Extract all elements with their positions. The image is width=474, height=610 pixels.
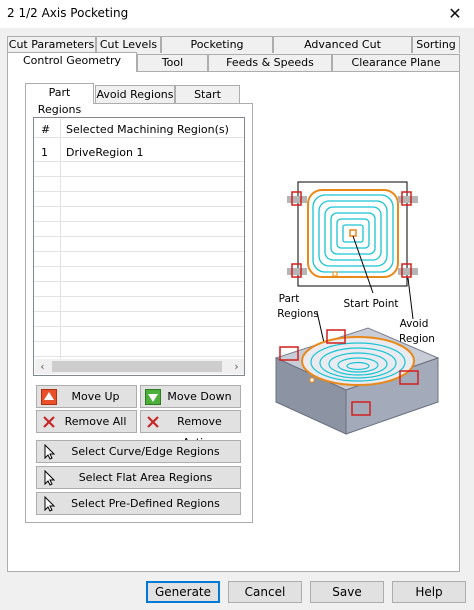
scrollbar-thumb[interactable]	[52, 361, 222, 372]
arrow-up-icon	[41, 389, 57, 405]
column-header-number: #	[41, 123, 51, 136]
part-regions-label-line2: Regions	[277, 308, 318, 320]
cursor-arrow-icon	[44, 470, 56, 486]
region-entry-marker	[332, 271, 338, 277]
select-flat-area-regions-button[interactable]: Select Flat Area Regions	[36, 466, 241, 489]
window-title: 2 1/2 Axis Pocketing	[7, 6, 129, 20]
table-row-empty	[34, 267, 244, 282]
avoid-region-label-line1: Avoid	[400, 318, 429, 330]
tab-control-geometry[interactable]: Control Geometry	[7, 52, 137, 72]
close-icon[interactable]: ✕	[444, 3, 466, 25]
delete-x-icon	[147, 416, 159, 428]
title-bar: 2 1/2 Axis Pocketing ✕	[0, 0, 474, 28]
column-header-region: Selected Machining Region(s)	[66, 123, 229, 136]
cursor-arrow-icon	[44, 444, 56, 460]
table-row-empty	[34, 312, 244, 327]
help-button[interactable]: Help	[392, 581, 466, 603]
delete-x-icon	[43, 416, 55, 428]
save-button[interactable]: Save	[310, 581, 384, 603]
table-row-empty	[34, 207, 244, 222]
stock-outline	[297, 181, 408, 287]
subtab-start-points[interactable]: Start Points	[175, 85, 240, 118]
table-row-empty	[34, 222, 244, 237]
tab-pocketing-entry-exit[interactable]: Pocketing Entry/Exit	[161, 36, 273, 67]
cancel-button[interactable]: Cancel	[228, 581, 302, 603]
tab-feeds-speeds[interactable]: Feeds & Speeds	[208, 54, 332, 71]
table-row-empty	[34, 192, 244, 207]
row-region-name: DriveRegion 1	[66, 146, 144, 159]
move-up-button[interactable]: Move Up	[36, 385, 137, 408]
tab-clearance-plane[interactable]: Clearance Plane	[332, 54, 460, 71]
select-curve-label: Select Curve/Edge Regions	[71, 445, 220, 458]
chevron-right-icon[interactable]: ›	[229, 359, 244, 374]
pocketing-illustration: Start Point Part Regions Avoid Region	[274, 181, 440, 435]
move-down-label: Move Down	[167, 390, 232, 403]
chevron-left-icon[interactable]: ‹	[35, 359, 50, 374]
remove-active-button[interactable]: Remove Active	[140, 410, 241, 449]
tab-tool[interactable]: Tool	[137, 54, 208, 71]
table-row-empty	[34, 162, 244, 177]
table-header: # Selected Machining Region(s)	[34, 118, 244, 138]
row-number: 1	[41, 146, 48, 159]
select-predefined-label: Select Pre-Defined Regions	[71, 497, 220, 510]
remove-all-label: Remove All	[64, 415, 127, 428]
table-row-empty	[34, 252, 244, 267]
horizontal-scrollbar[interactable]: ‹ ›	[35, 359, 244, 374]
part-regions-label-line1: Part	[279, 293, 300, 305]
table-row[interactable]: 1 DriveRegion 1	[34, 144, 244, 162]
tab-advanced-cut-parameters[interactable]: Advanced Cut Parameters	[273, 36, 412, 67]
start-point-label: Start Point	[343, 298, 398, 310]
regions-table[interactable]: # Selected Machining Region(s) 1 DriveRe…	[33, 117, 245, 376]
table-row-empty	[34, 237, 244, 252]
table-row-empty	[34, 177, 244, 192]
table-row-empty	[34, 282, 244, 297]
tab-cut-levels[interactable]: Cut Levels	[96, 36, 161, 53]
select-flat-label: Select Flat Area Regions	[78, 471, 213, 484]
tab-sorting[interactable]: Sorting	[412, 36, 460, 53]
select-curve-edge-regions-button[interactable]: Select Curve/Edge Regions	[36, 440, 241, 463]
table-row-empty	[34, 327, 244, 342]
cursor-arrow-icon	[44, 496, 56, 512]
tab-cut-parameters[interactable]: Cut Parameters	[7, 36, 96, 53]
generate-button[interactable]: Generate	[146, 581, 220, 603]
avoid-region-leader	[407, 277, 414, 320]
subtab-avoid-regions[interactable]: Avoid Regions	[95, 85, 175, 103]
subtab-part-regions[interactable]: Part Regions	[25, 83, 94, 116]
arrow-down-icon	[145, 389, 161, 405]
select-pre-defined-regions-button[interactable]: Select Pre-Defined Regions	[36, 492, 241, 515]
move-up-label: Move Up	[71, 390, 120, 403]
table-row-empty	[34, 297, 244, 312]
table-row-empty	[34, 342, 244, 357]
move-down-button[interactable]: Move Down	[140, 385, 241, 408]
remove-all-button[interactable]: Remove All	[36, 410, 137, 433]
